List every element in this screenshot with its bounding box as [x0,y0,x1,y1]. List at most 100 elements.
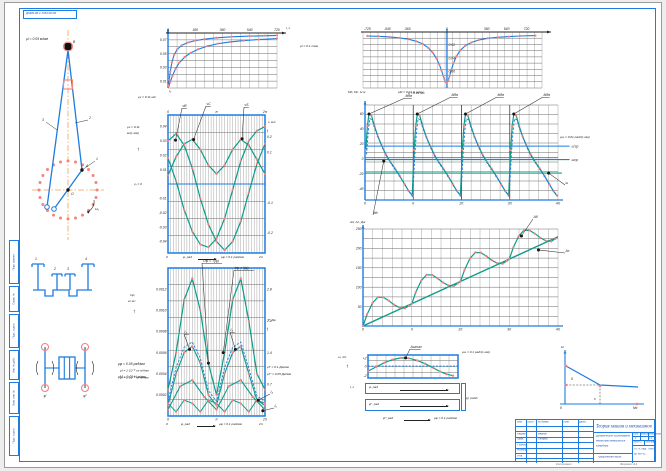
mom-axis-label: Mд, Mс, Н·м [348,91,365,94]
svg-text:0.0012: 0.0012 [156,287,166,291]
link2-label: 2 [88,116,91,120]
svg-text:0.7: 0.7 [267,382,272,386]
svg-text:0.0008: 0.0008 [156,330,166,334]
in-axis-left1: Iпр, [130,294,135,297]
omv-t-label: t, с [350,386,354,389]
phase-band2-label: φ″, рад [369,403,379,406]
svg-text:0: 0 [446,27,448,31]
mass-label-3: 3 [67,267,69,271]
svg-text:2.8: 2.8 [266,287,272,291]
tb-doc-line1: Динамическое исследование [596,435,630,438]
svg-text:200: 200 [355,247,362,251]
reg-omega-label: ω [561,345,564,349]
in-mu-right2: μT′ = 0.05 Дж/мм [267,373,291,376]
mass-label-4: 4 [85,257,87,261]
vel-x0: 0 [166,256,168,259]
tb-masshtab: Масштаб [649,433,661,436]
shaft-left-label: φ′ [44,394,47,398]
vel-scale-left2: м/(с·мм) [127,132,139,135]
point-a-label: A [85,164,89,168]
in-right-arrow-icon: ↑ [266,326,269,333]
chart-canvas: -720-540-36003605407200.020.040.06 [363,32,542,88]
svg-text:-0.1: -0.1 [267,201,273,205]
vel-right-arrow-icon: ↑ [266,128,269,135]
tb-massa: Масса [641,433,648,436]
chart-notch: -720-540-36003605407200.020.040.06 [363,32,542,88]
mass-label-1: 1 [35,257,37,261]
svg-text:20: 20 [359,142,364,146]
vel-xscale: μφ = 0.1 рад/мм [221,256,244,259]
svg-text:-20: -20 [359,172,364,176]
vel-xlab: φ, рад [183,256,192,259]
phase-band1-arrow-icon [400,390,448,391]
svg-text:Iпр = I(φ): Iпр = I(φ) [235,266,249,270]
time-scale-label: μt = 0.1 с/мм [300,45,318,48]
reg-delta-label: δ [571,377,573,381]
omv-left-arrow-icon: ↑ [346,363,349,370]
svg-text:-0.04: -0.04 [159,240,167,244]
svg-text:360: 360 [484,27,490,31]
in-left-arrow-icon: ↑ [133,308,136,315]
in-x-arrow-icon [197,426,215,427]
tb-role-2: Т.контр. [517,444,527,447]
slider-block [65,43,72,50]
phase-band2-arrow-icon [400,406,448,407]
svg-text:0.03: 0.03 [160,139,167,143]
reg-zero-label: 0 [560,406,562,410]
svg-text:180: 180 [192,28,198,32]
svg-text:2π: 2π [262,418,268,422]
tb-col-doc: № докум. [538,421,549,424]
tb-role-3: Н.контр. [517,449,528,452]
svg-text:0.0010: 0.0010 [156,308,166,312]
tb-title: Теория машин и механизмов [596,423,652,429]
phase-band-1: φ, рад [365,383,460,394]
omega1-label: ω₁ [95,207,99,211]
work-axis-label: Aд, Aс, Дж [350,221,365,224]
chart-time: 01803605407200.070.050.030.01 [168,33,277,88]
tb-role-4: Утв. [517,455,523,458]
vel-x2pi: 2π [259,256,263,259]
svg-text:540: 540 [504,27,510,31]
svg-text:360: 360 [220,28,226,32]
svg-text:0.06: 0.06 [448,70,455,74]
tb-lit-val: у [635,437,636,440]
svg-text:Mдв: Mдв [544,93,551,97]
svg-text:vC: vC [207,102,212,106]
point-o-label: O [71,192,74,196]
svg-text:0.02: 0.02 [448,43,455,47]
svg-text:0.2: 0.2 [267,135,272,139]
svg-text:3π: 3π [508,202,513,206]
svg-text:0.05: 0.05 [160,52,167,56]
omv-scale-label: μω = 0.1 рад/(с·мм) [462,351,490,354]
svg-text:ω′ср: ω′ср [572,144,579,148]
artwork-layer: B A O 1 2 3 ω₁ μl = 0.05 м/мм 1 2 3 4 [0,0,666,471]
vel-axis-right: v, м/с [268,121,276,124]
tb-sheet: Лист 1 [633,441,642,444]
svg-text:0.0002: 0.0002 [156,393,166,397]
phase-band-cap [461,383,466,411]
svg-text:-0.02: -0.02 [159,211,167,215]
svg-text:0: 0 [364,202,366,206]
svg-text:720: 720 [274,28,280,32]
svg-text:4π: 4π [556,202,561,206]
svg-text:3π: 3π [507,328,512,332]
chart-omega: +20-2Δωmax [368,355,458,378]
svg-text:ωср: ωср [572,158,578,162]
chart-canvas: ω′срωср0π2π3π4π6040200-20-40MдвMдвMдвMдв… [365,105,558,200]
svg-text:-2: -2 [363,374,366,378]
svg-text:0.04: 0.04 [160,125,167,129]
vel-v1-label: v₁ = 0 [134,183,142,186]
svg-text:-540: -540 [384,27,391,31]
svg-text:2π: 2π [457,328,463,332]
tb-org2: гр. МА-31 [634,453,645,456]
svg-text:-720: -720 [364,27,371,31]
svg-text:-0.03: -0.03 [159,225,167,229]
tb-sheets: Листов 1 [645,441,656,444]
tb-name-0: Иванов [538,433,547,436]
svg-text:Mдв: Mдв [498,93,505,97]
svg-text:540: 540 [247,28,253,32]
svg-text:0.0004: 0.0004 [156,372,166,376]
in-axis-right: T, Дж [268,319,276,322]
svg-text:150: 150 [356,266,362,270]
tb-role-0: Разраб. [517,433,526,436]
